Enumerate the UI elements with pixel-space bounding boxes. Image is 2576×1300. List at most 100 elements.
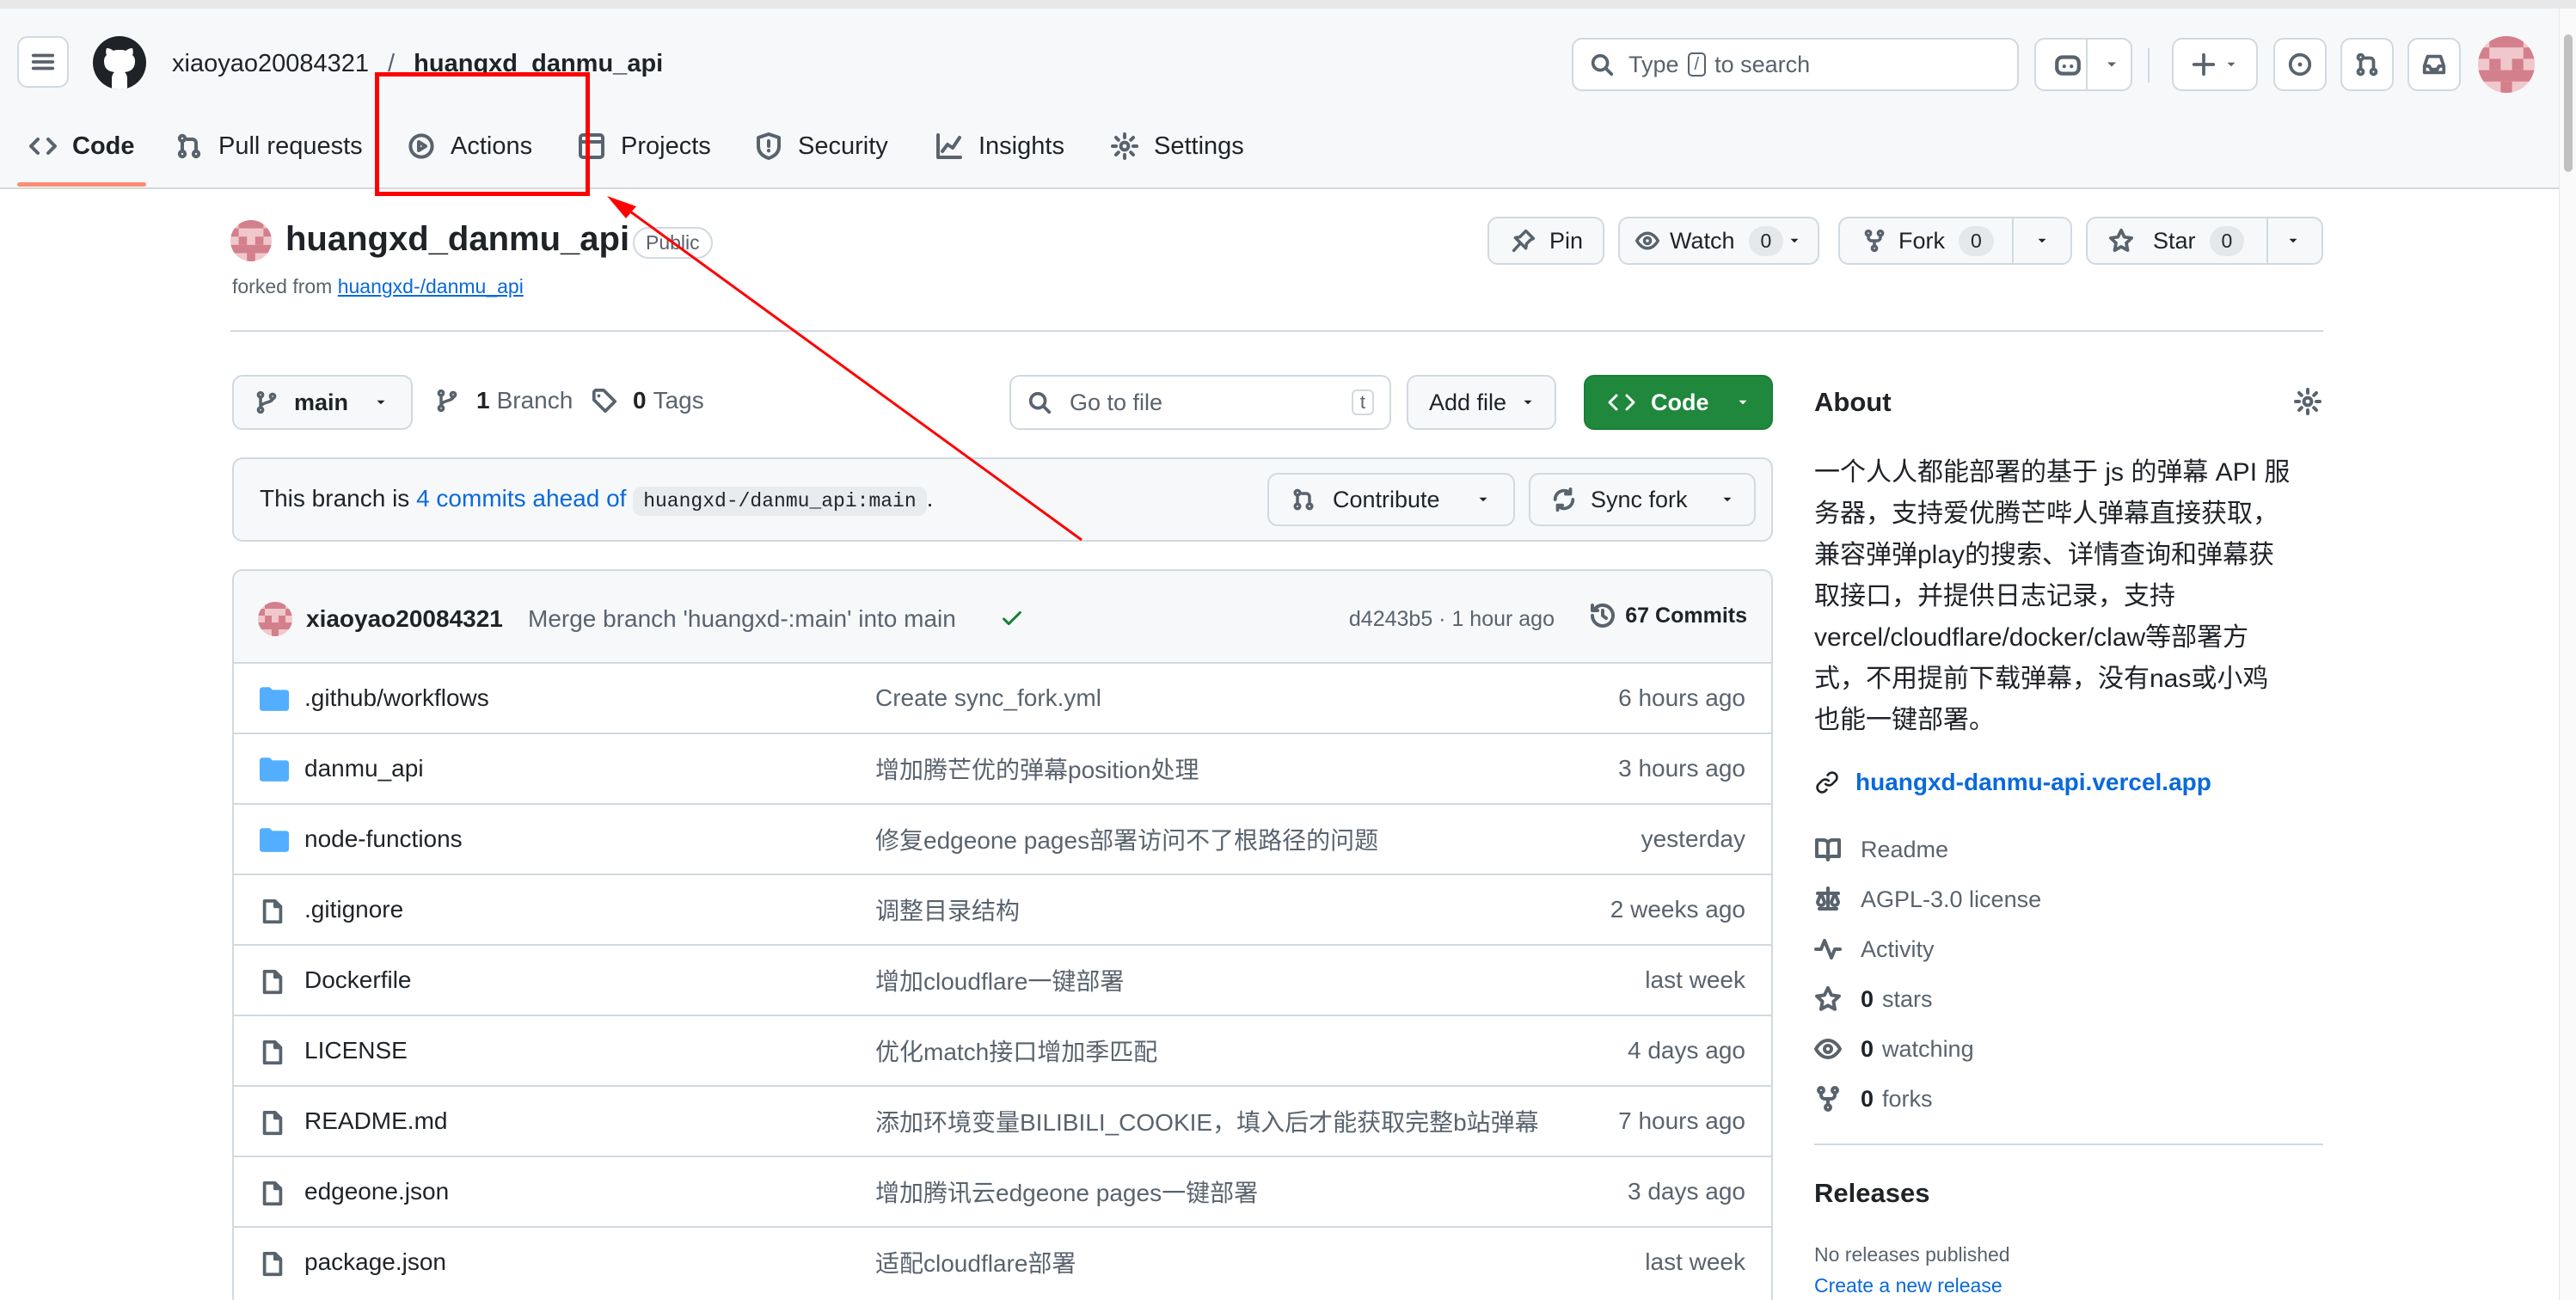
user-avatar[interactable]	[2478, 36, 2535, 93]
tags-link[interactable]: 0 Tags	[592, 387, 704, 414]
commits-ahead-link[interactable]: 4 commits ahead of	[416, 485, 626, 512]
scrollbar-thumb[interactable]	[2564, 34, 2573, 172]
homepage-link[interactable]: huangxd-danmu-api.vercel.app	[1814, 769, 2211, 796]
file-commit-message[interactable]: 适配cloudflare部署	[875, 1245, 1076, 1279]
file-row[interactable]: edgeone.json 增加腾讯云edgeone pages一键部署 3 days…	[234, 1156, 1773, 1226]
watch-button[interactable]: Watch 0	[1618, 217, 1819, 265]
tab-label: Insights	[978, 132, 1064, 160]
file-commit-message[interactable]: 添加环境变量BILIBILI_COOKIE，填入后才能获取完整b站弹幕	[875, 1104, 1539, 1138]
file-name[interactable]: package.json	[304, 1248, 446, 1276]
file-name[interactable]: edgeone.json	[304, 1178, 449, 1205]
fork-button[interactable]: Fork 0	[1838, 217, 2072, 265]
file-name[interactable]: LICENSE	[304, 1037, 408, 1064]
commits-link[interactable]: 67 Commits	[1589, 602, 1747, 629]
copilot-button[interactable]	[2034, 38, 2132, 91]
search-input[interactable]: Type / to search	[1572, 38, 2019, 91]
sidebar-divider	[1814, 1144, 2323, 1145]
sync-fork-button[interactable]: Sync fork	[1529, 473, 1756, 526]
file-commit-message[interactable]: 优化match接口增加季匹配	[875, 1033, 1157, 1068]
scrollbar-track[interactable]	[2559, 9, 2576, 1300]
repo-title[interactable]: huangxd_danmu_api	[285, 220, 629, 259]
tab-label: Projects	[621, 132, 711, 160]
repo-owner-link[interactable]: xiaoyao20084321	[172, 50, 369, 77]
file-row[interactable]: node-functions 修复edgeone pages部署访问不了根路径的问…	[234, 803, 1773, 874]
file-commit-message[interactable]: 调整目录结构	[875, 892, 1020, 927]
inbox-button[interactable]	[2407, 38, 2461, 91]
contribute-button[interactable]: Contribute	[1267, 473, 1515, 526]
file-name[interactable]: .github/workflows	[304, 684, 489, 712]
file-name[interactable]: danmu_api	[304, 755, 424, 782]
file-commit-message[interactable]: 修复edgeone pages部署访问不了根路径的问题	[875, 822, 1378, 856]
add-file-label: Add file	[1429, 389, 1507, 415]
star-button[interactable]: Star 0	[2086, 217, 2323, 265]
pull-requests-button[interactable]	[2340, 38, 2394, 91]
file-updated-time: yesterday	[1641, 825, 1745, 852]
file-name[interactable]: Dockerfile	[304, 966, 411, 994]
pin-label: Pin	[1549, 227, 1584, 254]
forked-from-link[interactable]: huangxd-/danmu_api	[338, 275, 524, 297]
tag-icon	[592, 388, 617, 414]
tab-projects[interactable]: Projects	[578, 120, 711, 172]
branch-selector[interactable]: main	[232, 375, 413, 430]
triangle-down-icon	[2107, 62, 2116, 67]
watching-link[interactable]: 0 watching	[1814, 1030, 1974, 1068]
file-row[interactable]: package.json 适配cloudflare部署 last week	[234, 1226, 1773, 1297]
readme-link[interactable]: Readme	[1814, 831, 1948, 868]
code-button-label: Code	[1651, 389, 1709, 415]
file-row[interactable]: Dockerfile 增加cloudflare一键部署 last week	[234, 944, 1773, 1015]
file-name[interactable]: node-functions	[304, 825, 463, 853]
file-updated-time: last week	[1645, 1248, 1745, 1275]
file-commit-message[interactable]: Create sync_fork.yml	[875, 684, 1101, 712]
gear-icon	[1111, 132, 1138, 160]
file-name[interactable]: .gitignore	[304, 896, 403, 923]
go-to-file-input[interactable]: Go to file t	[1009, 375, 1391, 430]
code-button[interactable]: Code	[1584, 375, 1773, 430]
file-commit-message[interactable]: 增加腾芒优的弹幕position处理	[875, 751, 1199, 786]
visibility-badge: Public	[633, 227, 713, 259]
issues-button[interactable]	[2273, 38, 2327, 91]
author-avatar[interactable]	[258, 602, 292, 636]
stars-count: 0	[1861, 985, 1874, 1012]
create-release-link[interactable]: Create a new release	[1814, 1274, 2003, 1297]
stars-link[interactable]: 0 stars	[1814, 980, 1933, 1018]
file-row[interactable]: .github/workflows Create sync_fork.yml 6 h…	[234, 662, 1773, 733]
add-file-button[interactable]: Add file	[1407, 375, 1556, 430]
file-row[interactable]: LICENSE 优化match接口增加季匹配 4 days ago	[234, 1015, 1773, 1085]
file-commit-message[interactable]: 增加腾讯云edgeone pages一键部署	[875, 1174, 1258, 1209]
license-link[interactable]: AGPL-3.0 license	[1814, 880, 2041, 918]
tab-active-underline	[17, 182, 146, 187]
about-description-line: 也能一键部署。	[1814, 706, 1995, 734]
file-row[interactable]: README.md 添加环境变量BILIBILI_COOKIE，填入后才能获取完整…	[234, 1085, 1773, 1156]
tab-insights[interactable]: Insights	[935, 120, 1064, 172]
commit-author[interactable]: xiaoyao20084321	[306, 605, 503, 633]
pin-button[interactable]: Pin	[1487, 217, 1604, 265]
tab-settings[interactable]: Settings	[1111, 120, 1244, 172]
identicon-icon	[230, 220, 272, 261]
file-name[interactable]: README.md	[304, 1107, 447, 1135]
tab-pull-requests[interactable]: Pull requests	[175, 120, 363, 172]
folder-icon	[260, 757, 289, 782]
tag-count: 0	[633, 387, 647, 414]
commit-message[interactable]: Merge branch 'huangxd-:main' into main	[528, 605, 956, 633]
file-commit-message[interactable]: 增加cloudflare一键部署	[875, 963, 1124, 997]
file-row[interactable]: .gitignore 调整目录结构 2 weeks ago	[234, 874, 1773, 944]
file-updated-time: 3 hours ago	[1618, 755, 1745, 782]
create-new-button[interactable]	[2172, 38, 2258, 91]
menu-button[interactable]	[17, 36, 69, 88]
annotation-highlight-box	[375, 72, 590, 196]
commit-hash-time[interactable]: d4243b5 · 1 hour ago	[1349, 607, 1555, 632]
tab-security[interactable]: Security	[755, 120, 888, 172]
activity-link[interactable]: Activity	[1814, 930, 1935, 968]
about-description-line: 取接口，并提供日志记录，支持	[1814, 582, 2175, 610]
forks-link[interactable]: 0 forks	[1814, 1080, 1933, 1118]
pin-icon	[1512, 229, 1536, 253]
eye-icon	[1814, 1039, 1842, 1059]
readme-label: Readme	[1861, 836, 1949, 862]
file-row[interactable]: danmu_api 增加腾芒优的弹幕position处理 3 hours ago	[234, 733, 1773, 803]
gear-icon[interactable]	[2294, 388, 2321, 415]
triangle-down-icon	[1479, 497, 1487, 502]
tab-code[interactable]: Code	[29, 120, 135, 172]
github-logo[interactable]	[93, 36, 146, 89]
branches-link[interactable]: 1 Branch	[435, 387, 573, 414]
releases-heading[interactable]: Releases	[1814, 1178, 1929, 1209]
